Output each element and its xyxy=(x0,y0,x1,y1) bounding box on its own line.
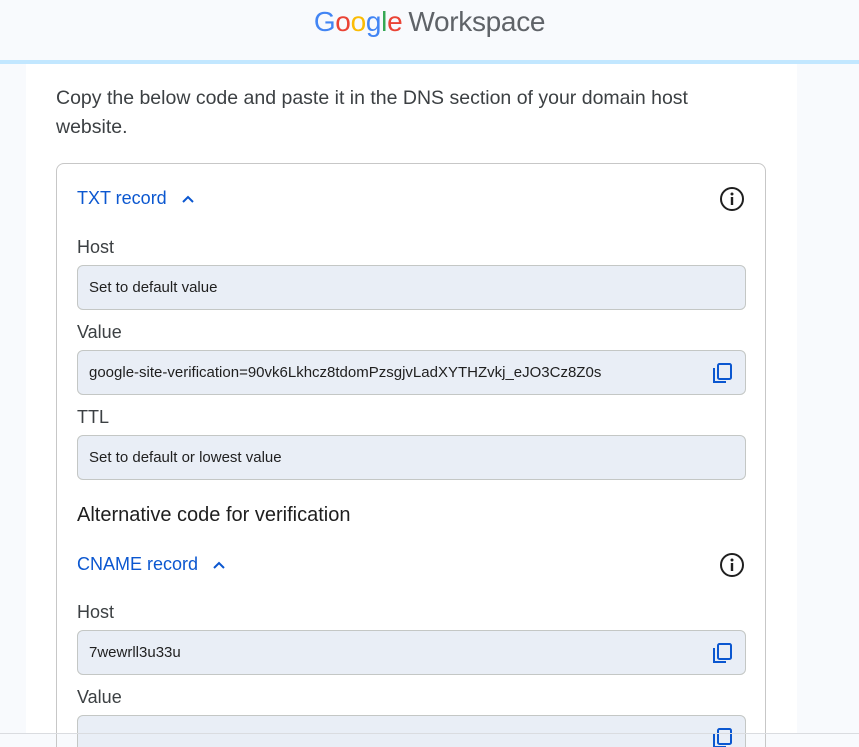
txt-record-toggle[interactable]: TXT record xyxy=(77,188,195,209)
txt-record-title: TXT record xyxy=(77,188,167,208)
txt-value-field[interactable]: google-site-verification=90vk6Lkhcz8tdom… xyxy=(77,350,746,395)
dns-records-panel: TXT record Host Set to default value Val… xyxy=(56,163,766,747)
alternative-code-heading: Alternative code for verification xyxy=(77,504,351,526)
txt-host-field[interactable]: Set to default value xyxy=(77,265,746,310)
txt-value-label: Value xyxy=(77,322,122,342)
txt-ttl-label: TTL xyxy=(77,407,110,427)
cname-host-field[interactable]: 7wewrll3u33u xyxy=(77,630,746,675)
txt-host-value: Set to default value xyxy=(89,279,218,296)
main-card: Copy the below code and paste it in the … xyxy=(26,64,797,747)
logo-letter: o xyxy=(350,6,367,37)
cname-value-field[interactable] xyxy=(77,715,746,747)
logo-letter: g xyxy=(365,6,382,37)
instructions-text: Copy the below code and paste it in the … xyxy=(56,87,688,138)
txt-ttl-value: Set to default or lowest value xyxy=(89,449,282,466)
top-bar: Google Workspace xyxy=(0,0,859,60)
logo-product-name: Workspace xyxy=(408,6,546,37)
cname-value-label: Value xyxy=(77,687,122,707)
cname-host-value: 7wewrll3u33u xyxy=(89,644,181,661)
chevron-up-icon xyxy=(213,561,225,569)
google-workspace-logo: Google Workspace xyxy=(0,4,859,40)
copy-icon[interactable] xyxy=(711,362,733,384)
logo-letter: o xyxy=(335,6,351,37)
cname-record-toggle[interactable]: CNAME record xyxy=(77,554,226,575)
cname-record-title: CNAME record xyxy=(77,554,199,574)
cname-host-label: Host xyxy=(77,602,115,622)
copy-icon[interactable] xyxy=(711,642,733,664)
txt-value-text: google-site-verification=90vk6Lkhcz8tdom… xyxy=(89,364,602,381)
logo-letter: G xyxy=(313,6,336,37)
txt-ttl-field[interactable]: Set to default or lowest value xyxy=(77,435,746,480)
logo-letter: e xyxy=(387,6,403,37)
copy-icon[interactable] xyxy=(711,727,733,747)
bottom-edge xyxy=(0,733,859,734)
chevron-up-icon xyxy=(181,195,194,203)
info-icon[interactable] xyxy=(719,552,745,578)
txt-host-label: Host xyxy=(77,237,115,257)
info-icon[interactable] xyxy=(719,186,745,212)
